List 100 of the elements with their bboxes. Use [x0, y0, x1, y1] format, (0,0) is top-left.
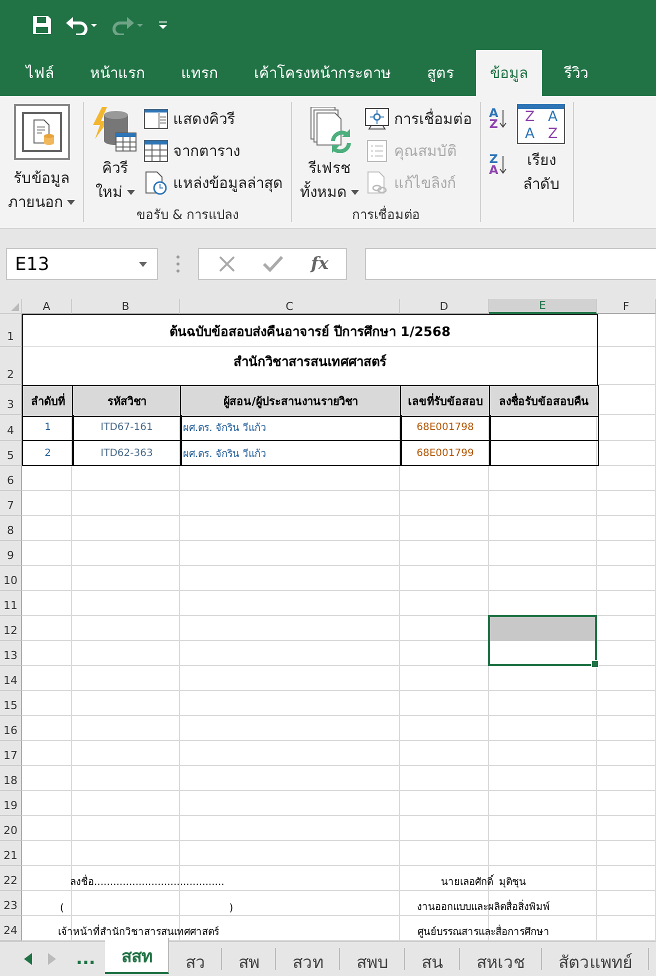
column-header[interactable]: F [597, 299, 656, 314]
row-header[interactable]: 3 [0, 385, 22, 415]
sheet-tab[interactable]: สว [169, 948, 222, 970]
row-header[interactable]: 14 [0, 666, 22, 691]
group-label: ขอรับ & การแปลง [136, 208, 239, 223]
down-arrow-icon [499, 110, 508, 128]
row-header[interactable]: 12 [0, 616, 22, 641]
row-header[interactable]: 21 [0, 841, 22, 866]
column-header[interactable]: E [489, 299, 597, 314]
table-cell: ผศ.ดร. จักริน วีแก้ว [180, 441, 402, 466]
ribbon-tab[interactable]: เค้าโครงหน้ากระดาษ [240, 50, 405, 96]
formula-field[interactable] [365, 248, 656, 280]
select-all-icon[interactable] [11, 303, 19, 311]
sheet-tab[interactable]: สพ [222, 948, 276, 970]
row-header[interactable]: 5 [0, 441, 22, 466]
row-header[interactable]: 6 [0, 466, 22, 491]
row-header[interactable]: 13 [0, 641, 22, 666]
ribbon-tab[interactable]: รีวิว [550, 50, 602, 96]
row-header[interactable]: 10 [0, 566, 22, 591]
signature-text: เจ้าหน้าที่สำนักวิชาสารสนเทศศาสตร์ [22, 916, 400, 941]
database-table-icon [92, 107, 138, 153]
sheet-tab[interactable]: สสท [105, 938, 170, 974]
ribbon-button[interactable]: รีเฟรช ทั้งหมด [300, 102, 359, 204]
column-header[interactable]: B [72, 299, 180, 314]
sheet-tab[interactable]: ... [72, 948, 106, 970]
column-header[interactable]: A [22, 299, 72, 314]
table-icon [144, 140, 168, 162]
table-header-cell: เลขที่รับข้อสอบ [400, 385, 490, 416]
row-header[interactable]: 1 [0, 314, 22, 347]
row-header[interactable]: 16 [0, 716, 22, 741]
name-box[interactable]: E13 [6, 248, 158, 280]
ribbon-button[interactable]: แหล่งข้อมูลล่าสุด [144, 168, 283, 198]
signature-text: ศูนย์บรรณสารและสื่อการศึกษา [400, 916, 597, 941]
document-database-icon [22, 112, 62, 152]
sort-button[interactable]: Z A [489, 154, 508, 176]
signature-text: ( ) [59, 902, 234, 916]
row-header[interactable]: 18 [0, 766, 22, 791]
row-header[interactable]: 4 [0, 415, 22, 441]
row-header[interactable]: 20 [0, 816, 22, 841]
table-cell: 68E001798 [400, 415, 490, 441]
sheet-tab[interactable]: สวท [276, 948, 340, 970]
sheet-tab[interactable]: สหเวช [460, 948, 542, 970]
query-window-icon [144, 109, 168, 129]
ribbon-tab[interactable]: แทรก [167, 50, 232, 96]
enter-button[interactable] [263, 256, 283, 272]
table-header-cell: ผู้สอน/ผู้ประสานงานรายวิชา [180, 385, 402, 416]
sort-button[interactable]: Z A A Z เรียง ลำดับ [517, 102, 566, 196]
row-header[interactable]: 19 [0, 791, 22, 816]
document-clock-icon [144, 171, 168, 195]
next-sheet-icon[interactable] [48, 953, 56, 965]
sheet-title: ต้นฉบับข้อสอบส่งคืนอาจารย์ ปีการศึกษา 1/2568 [169, 323, 451, 342]
row-header[interactable]: 8 [0, 516, 22, 541]
previous-sheet-icon[interactable] [24, 953, 32, 965]
row-header[interactable]: 9 [0, 541, 22, 566]
grip-icon [176, 255, 180, 273]
ribbon-button[interactable]: รับข้อมูล ภายนอก [8, 102, 75, 214]
row-header[interactable]: 7 [0, 491, 22, 516]
save-button[interactable] [32, 15, 52, 35]
ribbon-tab[interactable]: สูตร [413, 50, 468, 96]
table-header-cell: ลงชื่อรับข้อสอบคืน [489, 385, 598, 416]
row-header[interactable]: 15 [0, 691, 22, 716]
sort-button[interactable]: A Z [489, 108, 508, 130]
table-cell: ITD67-161 [72, 415, 182, 441]
ribbon-tab[interactable]: ไฟล์ [12, 50, 68, 96]
table-cell: 2 [22, 441, 74, 466]
fill-handle[interactable] [591, 660, 599, 668]
document-link-icon [365, 171, 389, 195]
customize-toolbar-button[interactable] [158, 20, 168, 30]
table-cell: 68E001799 [400, 441, 490, 466]
down-arrow-icon [499, 156, 508, 174]
table-header-cell: ลำดับที่ [22, 385, 74, 416]
sheet-subtitle: สำนักวิชาสารสนเทศศาสตร์ [234, 353, 386, 372]
table-cell: 1 [22, 415, 74, 441]
ribbon-button[interactable]: จากตาราง [144, 136, 283, 166]
column-header[interactable]: D [400, 299, 489, 314]
column-header[interactable]: C [180, 299, 400, 314]
table-header-cell: รหัสวิชา [72, 385, 182, 416]
undo-button[interactable] [66, 15, 98, 35]
insert-function-button[interactable]: fx [311, 254, 328, 274]
ribbon-tab[interactable]: หน้าแรก [76, 50, 159, 96]
ribbon-button[interactable]: คิวรี ใหม่ [92, 102, 138, 204]
signature-text: นายเลอศักดิ์ มุติชุน [400, 866, 597, 891]
ribbon-tab[interactable]: ข้อมูล [476, 50, 542, 96]
row-header[interactable]: 17 [0, 741, 22, 766]
table-cell: ITD62-363 [72, 441, 182, 466]
cancel-button[interactable] [219, 256, 235, 272]
group-label: การเชื่อมต่อ [352, 208, 420, 223]
connection-window-icon [365, 108, 389, 130]
signature-text: งานออกแบบและผลิตสื่อสิ่งพิมพ์ [400, 891, 597, 916]
ribbon-button[interactable]: การเชื่อมต่อ [365, 104, 472, 134]
row-header[interactable]: 22 [0, 866, 22, 891]
row-header[interactable]: 11 [0, 591, 22, 616]
ribbon-button[interactable]: แสดงคิวรี [144, 104, 283, 134]
row-header[interactable]: 24 [0, 916, 22, 941]
row-header[interactable]: 23 [0, 891, 22, 916]
sheet-tab[interactable]: สน [405, 948, 460, 970]
sheet-tab[interactable]: สัตวแพทย์ [542, 948, 650, 970]
row-header[interactable]: 2 [0, 347, 22, 385]
properties-list-icon [365, 140, 389, 162]
sheet-tab[interactable]: สพบ [340, 948, 406, 970]
